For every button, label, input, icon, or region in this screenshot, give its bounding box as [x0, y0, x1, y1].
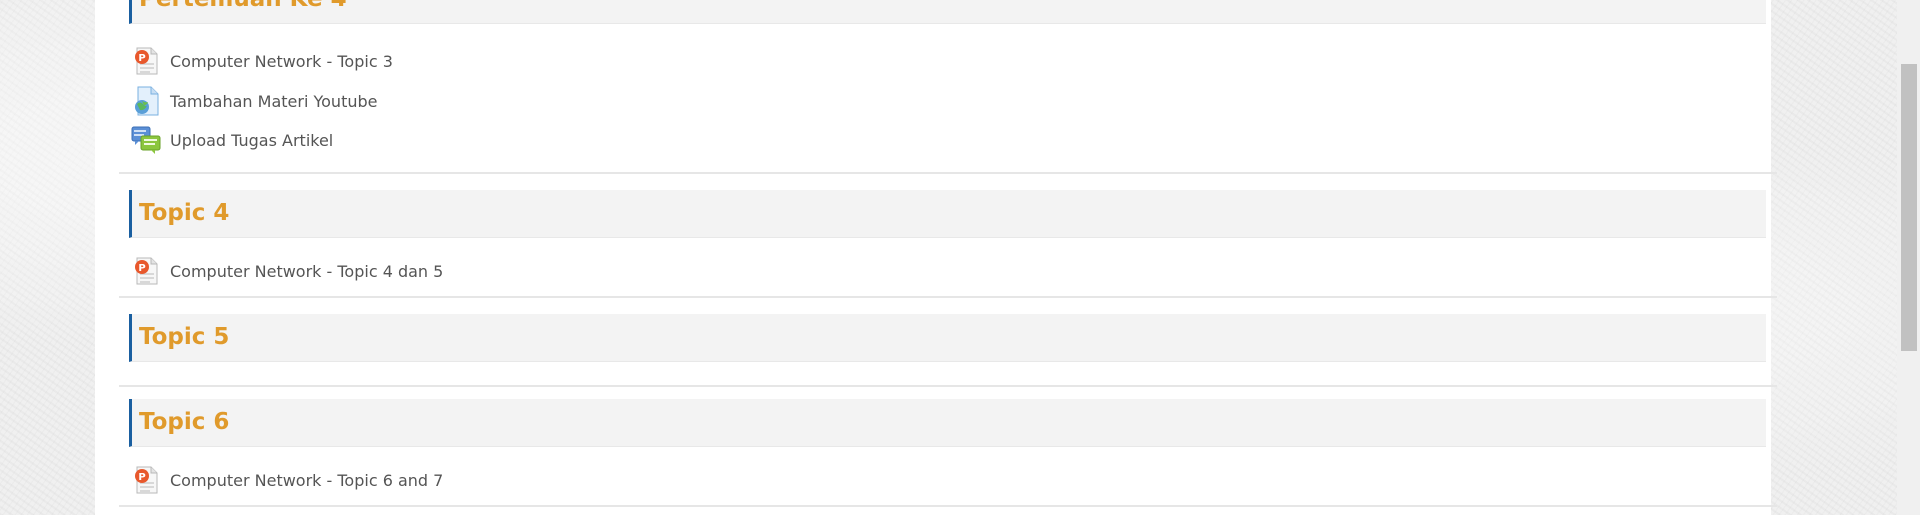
activity-link[interactable]: Computer Network - Topic 4 dan 5 [170, 262, 443, 281]
course-section: Topic 4 Computer Network - Topic 4 dan 5 [119, 180, 1777, 298]
activity-link[interactable]: Upload Tugas Artikel [170, 131, 333, 150]
activity-item[interactable]: Computer Network - Topic 3 [131, 44, 393, 78]
course-section: Topic 5 [119, 304, 1777, 387]
powerpoint-icon [131, 465, 161, 495]
activity-link[interactable]: Tambahan Materi Youtube [170, 92, 377, 111]
course-section: Pertemuan Ke 4 Computer Network - Topic … [119, 0, 1777, 174]
activity-item[interactable]: Tambahan Materi Youtube [131, 84, 377, 118]
powerpoint-icon [131, 256, 161, 286]
url-icon [131, 86, 161, 116]
activity-item[interactable]: Upload Tugas Artikel [131, 123, 333, 157]
activity-link[interactable]: Computer Network - Topic 6 and 7 [170, 471, 443, 490]
section-title: Topic 5 [139, 324, 230, 350]
section-title: Topic 6 [139, 409, 230, 435]
section-title: Pertemuan Ke 4 [139, 0, 347, 13]
activity-item[interactable]: Computer Network - Topic 4 dan 5 [131, 254, 443, 288]
section-header: Topic 4 [129, 190, 1766, 238]
forum-icon [131, 125, 161, 155]
scrollbar-thumb[interactable] [1901, 64, 1917, 351]
activity-link[interactable]: Computer Network - Topic 3 [170, 52, 393, 71]
activity-item[interactable]: Computer Network - Topic 6 and 7 [131, 463, 443, 497]
course-section: Topic 6 Computer Network - Topic 6 and 7 [119, 389, 1777, 507]
section-header: Pertemuan Ke 4 [129, 0, 1766, 24]
course-content: Pertemuan Ke 4 Computer Network - Topic … [95, 0, 1777, 515]
powerpoint-icon [131, 46, 161, 76]
section-header: Topic 6 [129, 399, 1766, 447]
section-title: Topic 4 [139, 200, 230, 226]
section-header: Topic 5 [129, 314, 1766, 362]
